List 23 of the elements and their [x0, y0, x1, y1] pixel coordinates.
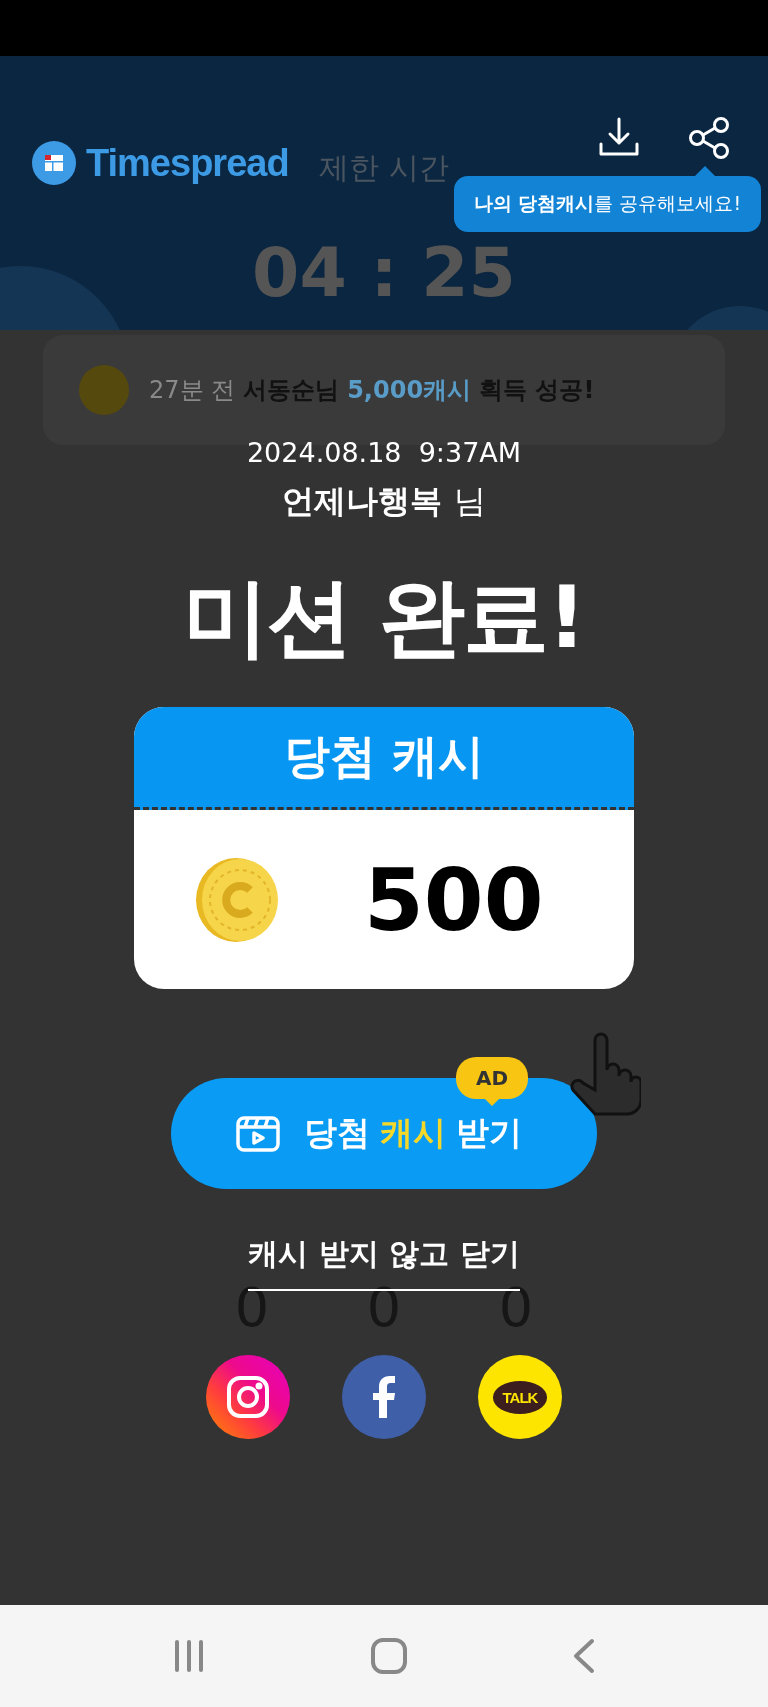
back-icon[interactable] — [573, 1638, 595, 1674]
share-icon[interactable] — [688, 116, 730, 160]
prize-amount: 500 — [364, 849, 544, 950]
download-icon[interactable] — [598, 116, 640, 158]
facebook-icon — [373, 1376, 395, 1418]
modal-title: 미션 완료! — [183, 566, 585, 669]
coin-icon — [79, 365, 129, 415]
instagram-icon — [226, 1375, 270, 1419]
logo-text: Timespread — [86, 141, 289, 185]
video-play-icon — [236, 1115, 280, 1152]
coin-icon — [196, 857, 280, 942]
prize-title: 당첨 캐시 — [284, 728, 484, 785]
timer-label: 제한 시간 — [319, 149, 449, 187]
nickname: 언제나행복 — [282, 481, 442, 522]
home-icon[interactable] — [371, 1638, 407, 1674]
recent-apps-icon[interactable] — [173, 1639, 205, 1673]
date-time: 2024.08.18 9:37AM — [246, 437, 522, 468]
close-link[interactable]: 캐시 받지 않고 닫기 — [248, 1234, 520, 1291]
logo-icon — [32, 141, 76, 185]
share-tooltip: 나의 당첨캐시를 공유해보세요! — [453, 166, 761, 232]
honorific: 님 — [454, 481, 486, 522]
kakaotalk-button[interactable]: TALK — [478, 1355, 562, 1439]
timer: 04 : 25 — [252, 239, 516, 307]
